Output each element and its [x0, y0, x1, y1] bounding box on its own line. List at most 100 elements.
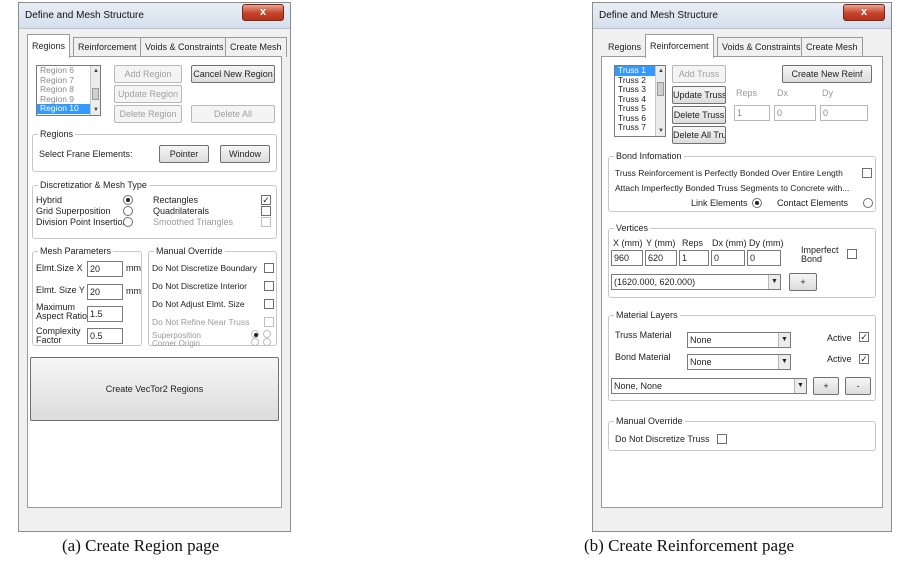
- add-region-button[interactable]: Add Region: [114, 65, 182, 83]
- quadrilaterals-checkbox[interactable]: [261, 206, 271, 216]
- no-adjust-elmt-size-checkbox[interactable]: [264, 299, 274, 309]
- link-elements-radio[interactable]: [752, 198, 762, 208]
- pointer-button[interactable]: Pointer: [159, 145, 209, 163]
- cancel-new-region-button[interactable]: Cancel New Region: [191, 65, 275, 83]
- region-listbox[interactable]: Region 6 Region 7 Region 8 Region 9 Regi…: [36, 65, 101, 116]
- elmt-size-y-input[interactable]: 20: [87, 284, 123, 300]
- tab-voids-constraints[interactable]: Voids & Constraints: [140, 37, 229, 57]
- vertex-dy-input[interactable]: 0: [747, 250, 781, 266]
- delete-all-truss-button[interactable]: Delete All Truss: [672, 126, 726, 144]
- create-vector2-regions-button[interactable]: Create VecTor2 Regions: [30, 357, 279, 421]
- no-discretize-interior-checkbox[interactable]: [264, 281, 274, 291]
- grid-superposition-radio[interactable]: [123, 206, 133, 216]
- create-new-reinf-button[interactable]: Create New Reinf: [782, 65, 872, 83]
- smoothed-triangles-checkbox[interactable]: [261, 217, 271, 227]
- vertex-coordinates-value: (1620.000, 620.000): [614, 277, 696, 287]
- scroll-up-icon[interactable]: ▲: [656, 66, 665, 76]
- tab-voids-constraints[interactable]: Voids & Constraints: [717, 37, 806, 57]
- vertices-group: Vertices X (mm) Y (mm) Reps Dx (mm) Dy (…: [608, 223, 876, 298]
- reps-input[interactable]: 1: [734, 105, 770, 121]
- tab-create-mesh[interactable]: Create Mesh: [225, 37, 287, 57]
- bond-material-dropdown[interactable]: None ▼: [687, 354, 791, 370]
- scroll-thumb[interactable]: [657, 82, 664, 96]
- smoothed-triangles-label: Smoothed Triangles: [153, 217, 234, 227]
- delete-region-button[interactable]: Delete Region: [114, 105, 182, 123]
- regions-group-legend: Regions: [38, 129, 76, 140]
- no-discretize-boundary-checkbox[interactable]: [264, 263, 274, 273]
- tab-reinforcement[interactable]: Reinforcement: [73, 37, 142, 57]
- elmt-size-x-input[interactable]: 20: [87, 261, 123, 277]
- update-truss-button[interactable]: Update Truss: [672, 86, 726, 104]
- vertex-coordinates-dropdown[interactable]: (1620.000, 620.000) ▼: [611, 274, 781, 290]
- bond-active-checkbox[interactable]: ✓: [859, 354, 869, 364]
- corner-origin-radio-2[interactable]: [263, 338, 271, 346]
- delete-truss-button[interactable]: Delete Truss: [672, 106, 726, 124]
- vertex-dx-input[interactable]: 0: [711, 250, 745, 266]
- window-button[interactable]: Window: [220, 145, 270, 163]
- delete-all-button[interactable]: Delete All: [191, 105, 275, 123]
- truss-material-dropdown[interactable]: None ▼: [687, 332, 791, 348]
- scroll-down-icon[interactable]: ▼: [91, 105, 100, 115]
- manual-override-group: Manual Override Do Not Discretize Bounda…: [148, 246, 277, 348]
- material-layers-dropdown[interactable]: None, None ▼: [611, 378, 807, 394]
- link-elements-label: Link Elements: [691, 198, 748, 208]
- scroll-up-icon[interactable]: ▲: [91, 66, 100, 76]
- truss-list-scrollbar[interactable]: ▲ ▼: [655, 66, 665, 136]
- left-title-bar[interactable]: Define and Mesh Structure x: [19, 3, 290, 29]
- no-discretize-boundary-label: Do Not Discretize Boundary: [152, 263, 257, 273]
- truss-material-value: None: [690, 335, 712, 345]
- update-region-button[interactable]: Update Region: [114, 85, 182, 103]
- no-refine-near-truss-checkbox[interactable]: [264, 317, 274, 327]
- corner-origin-radio-1[interactable]: [251, 338, 259, 346]
- perfectly-bonded-checkbox[interactable]: [862, 168, 872, 178]
- division-point-radio[interactable]: [123, 217, 133, 227]
- hybrid-radio[interactable]: [123, 195, 133, 205]
- left-caption: (a) Create Region page: [62, 536, 220, 555]
- no-discretize-truss-checkbox[interactable]: [717, 434, 727, 444]
- rectangles-checkbox[interactable]: ✓: [261, 195, 271, 205]
- reps-header: Reps: [682, 238, 704, 248]
- truss-manual-override-legend: Manual Override: [614, 416, 685, 427]
- tab-regions[interactable]: Regions: [603, 37, 647, 57]
- imperfect-bond-label-2: Bond: [801, 254, 823, 264]
- add-material-button[interactable]: +: [813, 377, 839, 395]
- tab-create-mesh[interactable]: Create Mesh: [801, 37, 863, 57]
- truss-listbox[interactable]: Truss 1 Truss 2 Truss 3 Truss 4 Truss 5 …: [614, 65, 666, 137]
- truss-active-checkbox[interactable]: ✓: [859, 332, 869, 342]
- scroll-down-icon[interactable]: ▼: [656, 126, 665, 136]
- chevron-down-icon[interactable]: ▼: [778, 355, 790, 369]
- vertex-y-input[interactable]: 620: [645, 250, 677, 266]
- contact-elements-radio[interactable]: [863, 198, 873, 208]
- scroll-thumb[interactable]: [92, 88, 99, 100]
- left-tab-strip: Regions Reinforcement Voids & Constraint…: [27, 34, 287, 58]
- right-window-title: Define and Mesh Structure: [599, 10, 718, 21]
- method-hybrid-label: Hybrid: [36, 195, 63, 205]
- aspect-ratio-input[interactable]: 1.5: [87, 306, 123, 322]
- right-title-bar[interactable]: Define and Mesh Structure x: [593, 3, 891, 29]
- add-truss-button[interactable]: Add Truss: [672, 65, 726, 83]
- truss-active-label: Active: [827, 333, 852, 343]
- imperfect-bond-checkbox[interactable]: [847, 249, 857, 259]
- mesh-parameters-group: Mesh Parameters Elmt.Size X 20 mm Elmt. …: [32, 246, 142, 346]
- rectangles-label: Rectangles: [153, 195, 199, 205]
- vertex-x-input[interactable]: 960: [611, 250, 643, 266]
- complexity-factor-input[interactable]: 0.5: [87, 328, 123, 344]
- tab-reinforcement[interactable]: Reinforcement: [645, 34, 714, 58]
- vertex-reps-input[interactable]: 1: [679, 250, 709, 266]
- attach-imperfect-label: Attach Imperfectly Bonded Truss Segments…: [615, 183, 850, 193]
- region-list-scrollbar[interactable]: ▲ ▼: [90, 66, 100, 115]
- tab-regions[interactable]: Regions: [27, 34, 71, 58]
- add-vertex-button[interactable]: +: [789, 273, 817, 291]
- left-close-button[interactable]: x: [242, 4, 284, 21]
- superposition-radio-1[interactable]: [251, 330, 259, 338]
- remove-material-button[interactable]: -: [845, 377, 871, 395]
- dx-input[interactable]: 0: [774, 105, 816, 121]
- dy-input[interactable]: 0: [820, 105, 868, 121]
- right-close-button[interactable]: x: [843, 4, 885, 21]
- chevron-down-icon[interactable]: ▼: [794, 379, 806, 393]
- aspect-ratio-label-2: Aspect Ratio: [36, 311, 88, 321]
- chevron-down-icon[interactable]: ▼: [768, 275, 780, 289]
- material-layers-legend: Material Layers: [614, 310, 680, 321]
- chevron-down-icon[interactable]: ▼: [778, 333, 790, 347]
- superposition-radio-2[interactable]: [263, 330, 271, 338]
